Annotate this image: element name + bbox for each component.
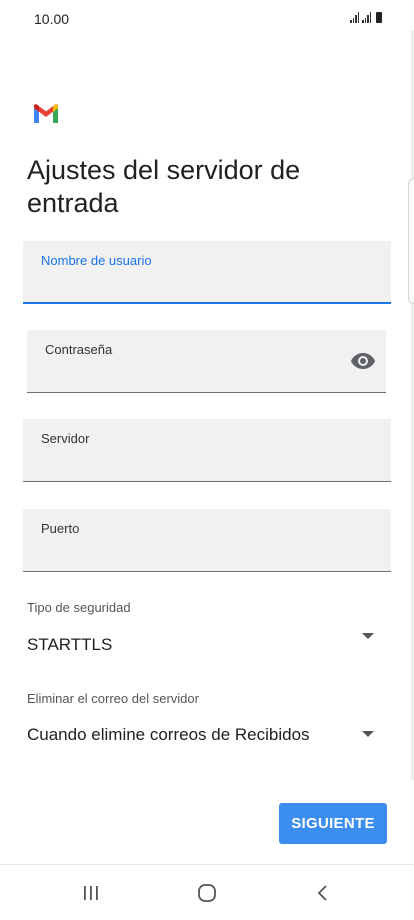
security-type-value: STARTTLS: [27, 635, 113, 654]
delete-mail-label: Eliminar el correo del servidor: [27, 691, 199, 706]
recents-icon: [84, 885, 98, 900]
status-time: 10.00: [34, 11, 70, 27]
signal-icon: [362, 12, 371, 23]
server-field[interactable]: Servidor: [23, 419, 391, 482]
recents-button[interactable]: [51, 865, 131, 920]
username-field[interactable]: Nombre de usuario: [23, 241, 391, 304]
scrollbar-thumb[interactable]: [408, 178, 414, 304]
port-label: Puerto: [41, 521, 80, 536]
nav-bar: [0, 865, 414, 920]
password-label: Contraseña: [45, 342, 113, 357]
back-icon: [317, 884, 327, 901]
delete-mail-value: Cuando elimine correos de Recibidos: [27, 725, 310, 744]
gmail-logo: [34, 104, 58, 123]
next-button[interactable]: SIGUIENTE: [279, 803, 387, 844]
delete-mail-select[interactable]: Cuando elimine correos de Recibidos: [23, 716, 391, 752]
username-label: Nombre de usuario: [41, 253, 152, 268]
status-bar: 10.00: [0, 0, 414, 40]
security-type-select[interactable]: STARTTLS: [23, 625, 391, 661]
status-icons: [350, 12, 382, 23]
port-field[interactable]: Puerto: [23, 509, 391, 572]
security-type-label: Tipo de seguridad: [27, 600, 131, 615]
back-button[interactable]: [283, 865, 363, 920]
battery-icon: [376, 12, 382, 23]
dropdown-arrow-icon: [362, 731, 374, 737]
dropdown-arrow-icon: [362, 633, 374, 639]
home-icon: [198, 883, 216, 902]
signal-icon: [350, 12, 359, 23]
home-button[interactable]: [167, 865, 247, 920]
page-title: Ajustes del servidor de entrada: [27, 155, 301, 218]
server-label: Servidor: [41, 431, 90, 446]
password-field[interactable]: Contraseña: [27, 330, 386, 393]
eye-icon[interactable]: [350, 352, 376, 370]
